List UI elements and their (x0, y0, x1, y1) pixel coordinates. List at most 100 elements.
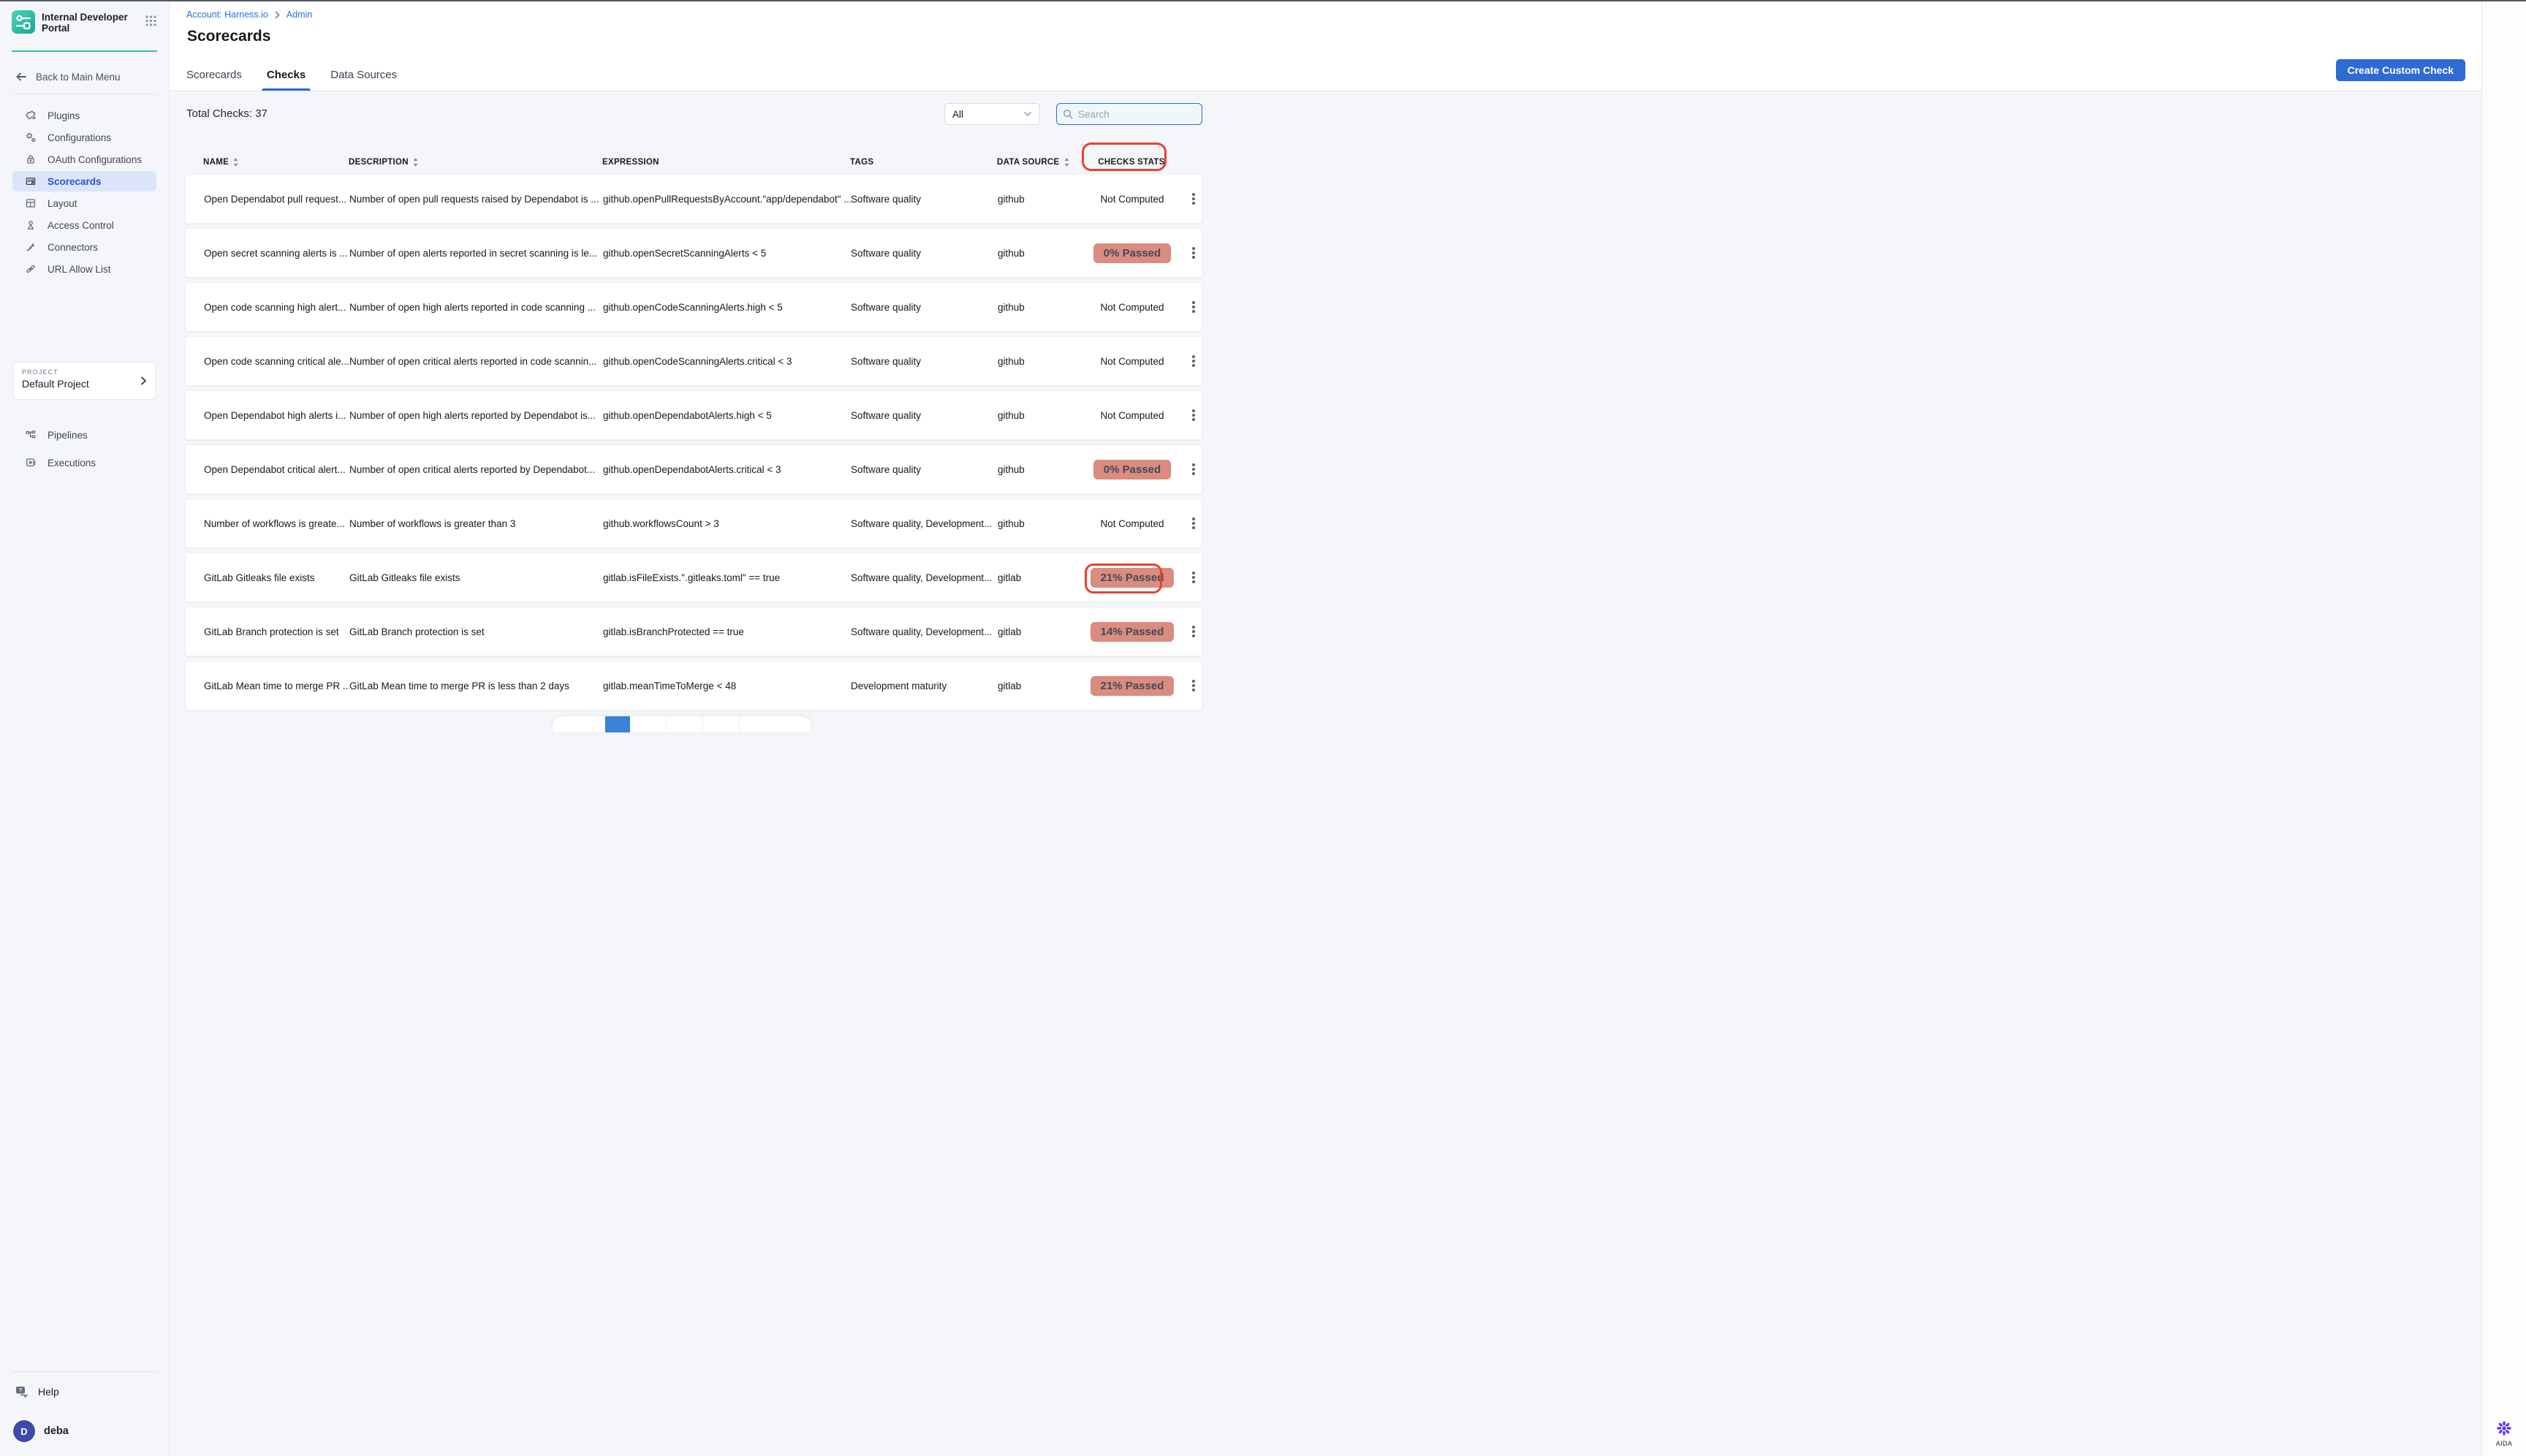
row-menu-button[interactable] (1186, 175, 1202, 223)
sidebar-item-url-allow-list[interactable]: URL Allow List (12, 259, 156, 279)
sidebar-item-scorecards[interactable]: Scorecards (12, 171, 156, 192)
sidebar-item-oauth-configurations[interactable]: OAuth Configurations (12, 149, 156, 170)
sidebar-item-layout[interactable]: Layout (12, 193, 156, 213)
check-name: Open Dependabot pull request... (204, 194, 349, 205)
check-name: GitLab Mean time to merge PR ... (204, 680, 349, 691)
pagination-page[interactable] (667, 716, 703, 732)
column-header-name[interactable]: NAME (203, 158, 349, 167)
project-selector[interactable]: PROJECT Default Project (12, 362, 156, 400)
breadcrumb-account-link[interactable]: Account: Harness.io (186, 10, 268, 20)
table-row[interactable]: Open Dependabot critical alert... Number… (185, 444, 1202, 494)
sidebar-footer: ? Help D deba (0, 1371, 169, 1456)
tab-scorecards[interactable]: Scorecards (186, 69, 242, 91)
check-data-source: gitlab (998, 572, 1079, 583)
back-label: Back to Main Menu (36, 72, 121, 83)
table-row[interactable]: GitLab Branch protection is set GitLab B… (185, 607, 1202, 656)
back-to-main-menu[interactable]: Back to Main Menu (15, 71, 157, 83)
filter-dropdown[interactable]: All (944, 103, 1040, 125)
check-description: GitLab Gitleaks file exists (349, 572, 603, 583)
check-stats: Not Computed (1100, 302, 1164, 313)
table-row[interactable]: Open secret scanning alerts is ... Numbe… (185, 228, 1202, 278)
table-row[interactable]: Open Dependabot high alerts i... Number … (185, 390, 1202, 440)
check-tags: Software quality (851, 356, 998, 367)
aida-assistant-button[interactable]: AIDA (2482, 1419, 2526, 1447)
page-header: Account: Harness.io Admin Scorecards Sco… (170, 0, 2481, 91)
table-row[interactable]: Open code scanning critical ale... Numbe… (185, 336, 1202, 386)
check-stats: Not Computed (1100, 194, 1164, 205)
check-tags: Development maturity (851, 680, 998, 691)
column-header-tags: TAGS (850, 158, 997, 167)
check-expression: gitlab.meanTimeToMerge < 48 (603, 680, 851, 691)
total-checks-count: Total Checks: 37 (186, 107, 268, 120)
create-custom-check-button[interactable]: Create Custom Check (2336, 59, 2466, 81)
pagination-next[interactable] (740, 716, 811, 732)
table-row[interactable]: Number of workflows is greate... Number … (185, 498, 1202, 548)
check-expression: gitlab.isBranchProtected == true (603, 626, 851, 637)
sidebar-item-pipelines[interactable]: Pipelines (12, 424, 156, 446)
sidebar-nav: Plugins Configurations OAuth Configurati… (0, 105, 169, 279)
check-description: Number of open high alerts reported in c… (349, 302, 603, 313)
breadcrumb-admin-link[interactable]: Admin (287, 10, 312, 20)
link-icon (25, 263, 37, 275)
check-tags: Software quality, Development... (851, 572, 998, 583)
table-row[interactable]: Open Dependabot pull request... Number o… (185, 174, 1202, 224)
check-name: GitLab Branch protection is set (204, 626, 349, 637)
status-badge-annotated: 21% Passed (1091, 568, 1175, 588)
sidebar-item-access-control[interactable]: Access Control (12, 215, 156, 235)
row-menu-button[interactable] (1186, 553, 1202, 602)
pagination-bar[interactable] (552, 716, 812, 733)
chevron-right-icon (274, 11, 281, 19)
sidebar-item-configurations[interactable]: Configurations (12, 127, 156, 148)
table-row-gitleaks[interactable]: GitLab Gitleaks file exists GitLab Gitle… (185, 553, 1202, 602)
aida-label: AIDA (2496, 1440, 2513, 1447)
tab-data-sources[interactable]: Data Sources (330, 69, 397, 91)
pagination-page-active[interactable] (605, 716, 630, 732)
scorecard-icon (25, 175, 37, 187)
check-expression: github.openCodeScanningAlerts.critical <… (603, 356, 851, 367)
row-menu-button[interactable] (1186, 445, 1202, 493)
table-header: NAME DESCRIPTION EXPRESSION TAGS DATA SO… (185, 151, 1202, 173)
check-description: Number of open alerts reported in secret… (349, 248, 603, 259)
pagination-page[interactable] (630, 716, 667, 732)
app-grid-icon[interactable] (145, 15, 157, 27)
row-menu-button[interactable] (1186, 283, 1202, 331)
back-arrow-icon (15, 71, 28, 83)
row-menu-button[interactable] (1186, 607, 1202, 656)
help-button[interactable]: ? Help (15, 1381, 157, 1402)
search-input[interactable] (1078, 109, 1188, 120)
pagination-page[interactable] (703, 716, 740, 732)
row-menu-button[interactable] (1186, 229, 1202, 277)
avatar: D (13, 1420, 35, 1442)
table-row[interactable]: Open code scanning high alert... Number … (185, 282, 1202, 332)
check-data-source: github (998, 194, 1079, 205)
column-header-description[interactable]: DESCRIPTION (349, 158, 602, 167)
sidebar-item-connectors[interactable]: Connectors (12, 237, 156, 257)
search-box (1056, 103, 1202, 125)
row-menu-button[interactable] (1186, 337, 1202, 385)
user-menu[interactable]: D deba (13, 1420, 157, 1442)
check-data-source: github (998, 410, 1079, 421)
row-menu-button[interactable] (1186, 391, 1202, 439)
svg-text:?: ? (19, 1387, 23, 1393)
check-expression: github.openPullRequestsByAccount."app/de… (603, 194, 851, 205)
table-row[interactable]: GitLab Mean time to merge PR ... GitLab … (185, 661, 1202, 710)
tab-checks[interactable]: Checks (267, 69, 306, 91)
check-description: GitLab Branch protection is set (349, 626, 603, 637)
check-tags: Software quality (851, 302, 998, 313)
brand-divider (12, 50, 157, 52)
checks-table: Open Dependabot pull request... Number o… (185, 174, 1202, 715)
column-header-data-source[interactable]: DATA SOURCE (997, 158, 1078, 167)
check-description: Number of open critical alerts reported … (349, 356, 603, 367)
status-badge: 0% Passed (1093, 243, 1171, 263)
check-description: Number of open critical alerts reported … (349, 464, 603, 475)
row-menu-button[interactable] (1186, 499, 1202, 547)
pagination-prev[interactable] (553, 716, 605, 732)
checks-panel: Total Checks: 37 All NAME DESCRIPTION EX… (170, 91, 2481, 1456)
project-name: Default Project (22, 378, 147, 390)
username: deba (44, 1425, 69, 1437)
row-menu-button[interactable] (1186, 661, 1202, 710)
right-rail: AIDA (2481, 0, 2526, 1456)
sidebar-item-executions[interactable]: Executions (12, 452, 156, 474)
sidebar-item-plugins[interactable]: Plugins (12, 105, 156, 126)
search-icon (1063, 109, 1073, 119)
